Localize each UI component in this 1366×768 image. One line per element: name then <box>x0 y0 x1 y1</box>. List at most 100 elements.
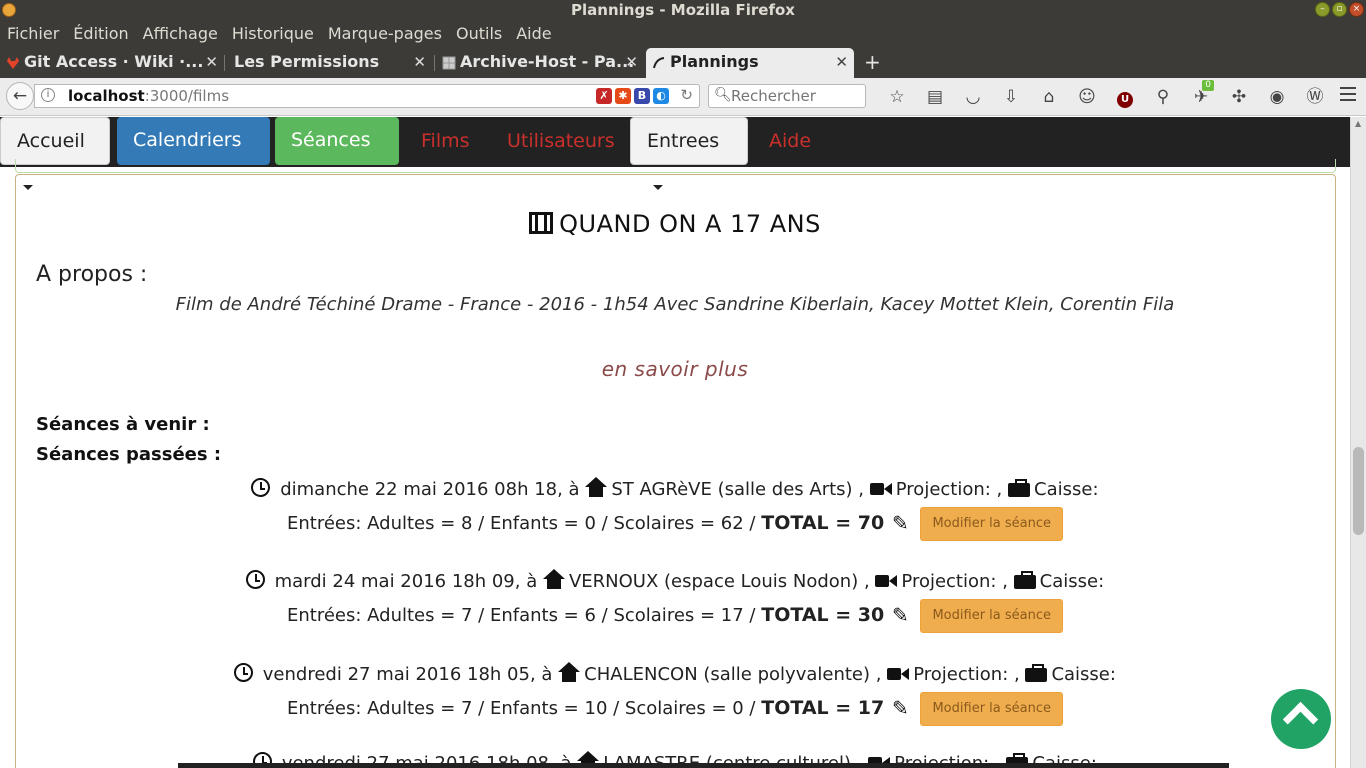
tab-plannings[interactable]: Plannings ✕ <box>646 48 854 78</box>
nav-films-link[interactable]: Films <box>421 130 470 152</box>
minimize-icon[interactable]: – <box>1315 2 1330 17</box>
tab-close-icon[interactable]: ✕ <box>205 48 218 76</box>
previous-film-panel <box>15 159 1336 173</box>
modifier-seance-button[interactable]: Modifier la séance <box>920 507 1063 541</box>
pocket-icon[interactable]: ◡ <box>954 86 992 108</box>
menu-affichage[interactable]: Affichage <box>143 24 218 43</box>
film-synopsis: Film de André Téchiné Drame - France - 2… <box>175 294 1175 315</box>
seance-total: TOTAL = 70 <box>761 512 885 534</box>
nav-utilisateurs-link[interactable]: Utilisateurs <box>507 130 615 152</box>
nav-seances-dropdown[interactable]: Séances <box>275 117 399 189</box>
seance-lieu: VERNOUX (espace Louis Nodon) , <box>568 571 870 592</box>
menu-edition[interactable]: Édition <box>73 24 128 43</box>
tab-close-icon[interactable]: ✕ <box>835 48 848 76</box>
seance-entrees-row: Entrées: Adultes = 7 / Enfants = 6 / Sco… <box>0 599 1350 633</box>
pencil-icon[interactable]: ✎ <box>892 603 909 627</box>
nav-accueil-dropdown[interactable]: Accueil <box>0 117 110 190</box>
home-icon[interactable]: ⌂ <box>1030 86 1068 108</box>
modifier-seance-button[interactable]: Modifier la séance <box>920 599 1063 633</box>
menu-marque-pages[interactable]: Marque-pages <box>328 24 442 43</box>
page-scrollbar[interactable]: ▲ <box>1350 117 1366 768</box>
url-bar[interactable]: i localhost:3000/films ✗ ✱ B ◐ ↻ <box>34 84 700 108</box>
ublock-icon[interactable]: U <box>1106 86 1144 108</box>
modifier-seance-button[interactable]: Modifier la séance <box>920 692 1063 726</box>
window-controls: – ▫ × <box>1315 2 1364 17</box>
seance-entrees-row: Entrées: Adultes = 8 / Enfants = 0 / Sco… <box>0 507 1350 541</box>
addon-icon[interactable]: ✗ <box>596 88 612 104</box>
navigation-toolbar: ← i localhost:3000/films ✗ ✱ B ◐ ↻ 🔍︎ ☆ … <box>0 78 1366 116</box>
en-savoir-plus-link: en savoir plus <box>0 357 1350 381</box>
seance-entrees-row: Entrées: Adultes = 7 / Enfants = 10 / Sc… <box>0 692 1350 726</box>
seance-lieu: CHALENCON (salle polyvalente) , <box>584 664 882 685</box>
menu-hamburger-icon[interactable] <box>1340 87 1356 101</box>
en-savoir-plus-text[interactable]: en savoir plus <box>602 357 749 381</box>
addon-icon[interactable]: ◐ <box>653 88 669 104</box>
home-icon <box>542 569 565 589</box>
back-arrow-icon[interactable]: ← <box>6 82 34 110</box>
briefcase-icon <box>1013 571 1036 589</box>
scroll-up-icon[interactable]: ▲ <box>1355 119 1361 128</box>
scroll-to-top-button[interactable] <box>1271 689 1331 749</box>
tab-les-permissions[interactable]: Les Permissions ✕ <box>226 48 432 78</box>
seance-date: dimanche 22 mai 2016 08h 18, à <box>280 479 580 500</box>
tab-label: Plannings <box>670 52 759 71</box>
seance-projection: Projection: , <box>913 664 1020 685</box>
url-text[interactable]: localhost:3000/films <box>68 87 229 105</box>
video-camera-icon <box>887 666 910 682</box>
close-window-icon[interactable]: × <box>1349 2 1364 17</box>
seance-caisse: Caisse: <box>1034 479 1099 500</box>
page-viewport: Accueil Calendriers Séances Films Utilis… <box>0 117 1350 768</box>
bookmark-star-icon[interactable]: ☆ <box>878 86 916 108</box>
seance-projection: Projection: , <box>901 571 1008 592</box>
chat-icon[interactable]: ☺ <box>1068 86 1106 108</box>
nav-calendriers-dropdown[interactable]: Calendriers <box>117 117 270 189</box>
seance-caisse: Caisse: <box>1051 664 1116 685</box>
tab-label: Git Access · Wiki ·... <box>24 52 204 71</box>
film-title: QUAND ON A 17 ANS <box>0 210 1350 238</box>
pin-icon[interactable]: ⚲ <box>1144 86 1182 108</box>
home-icon <box>558 662 581 682</box>
menu-bar: Fichier Édition Affichage Historique Mar… <box>0 20 1366 46</box>
bookmarks-menu-icon[interactable]: ▤ <box>916 86 954 108</box>
seance-info-row: dimanche 22 mai 2016 08h 18, à ST AGRèVE… <box>0 477 1350 500</box>
tab-close-icon[interactable]: ✕ <box>625 48 638 76</box>
clock-icon <box>234 663 254 682</box>
tab-archive-host[interactable]: Archive-Host - Pa... ✕ <box>436 48 644 78</box>
search-bar[interactable]: 🔍︎ <box>708 84 866 108</box>
tab-git-access[interactable]: Git Access · Wiki ·... ✕ <box>0 48 224 78</box>
scrollbar-thumb[interactable] <box>1353 447 1364 535</box>
seances-passees-label: Séances passées : <box>36 444 222 465</box>
search-icon: 🔍︎ <box>714 87 732 103</box>
network-icon[interactable]: ✣ <box>1220 86 1258 108</box>
reload-icon[interactable]: ↻ <box>680 86 693 104</box>
maximize-icon[interactable]: ▫ <box>1332 2 1347 17</box>
search-input[interactable] <box>731 86 861 106</box>
extension-badge-icon[interactable]: ✈ 0 <box>1182 80 1220 108</box>
color-wheel-icon[interactable]: ◉ <box>1258 86 1296 108</box>
menu-outils[interactable]: Outils <box>456 24 502 43</box>
seance-info-row: mardi 24 mai 2016 18h 09, à VERNOUX (esp… <box>0 569 1350 592</box>
seance-info-row: vendredi 27 mai 2016 18h 05, à CHALENCON… <box>0 662 1350 685</box>
footer-bar <box>178 763 1229 768</box>
seances-a-venir-label: Séances à venir : <box>36 414 210 435</box>
addon-icon[interactable]: ✱ <box>615 88 631 104</box>
tab-close-icon[interactable]: ✕ <box>413 48 426 76</box>
menu-historique[interactable]: Historique <box>232 24 314 43</box>
nav-entrees-dropdown[interactable]: Entrees <box>630 117 748 190</box>
tab-bar: Git Access · Wiki ·... ✕ Les Permissions… <box>0 46 1366 78</box>
menu-aide[interactable]: Aide <box>516 24 551 43</box>
addon-icons: ✗ ✱ B ◐ <box>596 88 669 104</box>
gitlab-icon <box>7 57 19 69</box>
pencil-icon[interactable]: ✎ <box>892 511 909 535</box>
archive-host-icon <box>442 56 456 70</box>
pencil-icon[interactable]: ✎ <box>892 696 909 720</box>
menu-fichier[interactable]: Fichier <box>7 24 59 43</box>
home-icon <box>585 477 608 497</box>
info-icon[interactable]: i <box>41 88 55 102</box>
wordpress-icon[interactable]: Ⓦ <box>1296 86 1334 108</box>
new-tab-icon[interactable]: + <box>864 50 881 74</box>
downloads-icon[interactable]: ⇩ <box>992 86 1030 108</box>
addon-icon[interactable]: B <box>634 88 650 104</box>
nav-aide-link[interactable]: Aide <box>769 130 811 152</box>
film-icon <box>529 212 554 234</box>
